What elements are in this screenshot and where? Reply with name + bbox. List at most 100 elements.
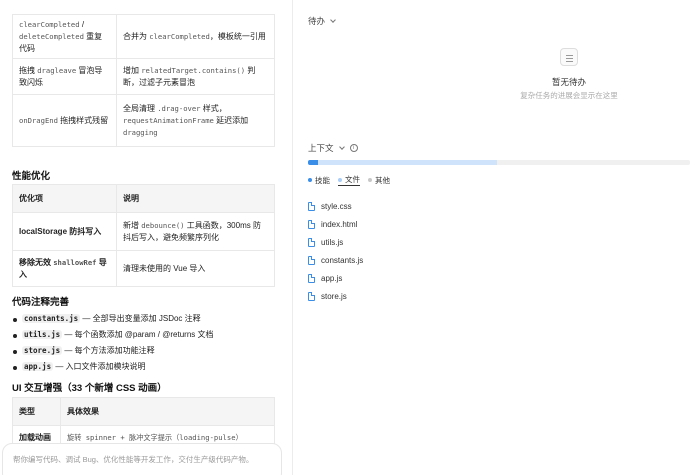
table-cell: 增加 relatedTarget.contains() 判断，过滤子元素冒泡 xyxy=(116,58,275,95)
file-icon xyxy=(308,273,315,283)
table-cell: localStorage 防抖写入 xyxy=(12,212,117,251)
table-cell: 拖拽 dragleave 冒泡导致闪烁 xyxy=(12,58,117,95)
file-chip: constants.js xyxy=(22,314,81,323)
perf-table: 优化项 说明 localStorage 防抖写入 新增 debounce() 工… xyxy=(12,184,275,287)
table-row: localStorage 防抖写入 新增 debounce() 工具函数，300… xyxy=(12,212,275,251)
section-heading: 性能优化 xyxy=(12,171,51,182)
file-item[interactable]: utils.js xyxy=(308,233,363,251)
comment-list: constants.js — 全部导出变量添加 JSDoc 注释 utils.j… xyxy=(12,311,214,375)
file-icon xyxy=(308,237,315,247)
list-item-text: — 每个函数添加 @param / @returns 文档 xyxy=(62,330,214,339)
list-item-text: — 全部导出变量添加 JSDoc 注释 xyxy=(80,314,201,323)
table-cell: 清理未使用的 Vue 导入 xyxy=(116,250,275,287)
code-text: onDragEnd xyxy=(19,115,58,125)
file-item[interactable]: constants.js xyxy=(308,251,363,269)
file-item[interactable]: index.html xyxy=(308,215,363,233)
chevron-down-icon xyxy=(338,144,345,150)
todo-title: 待办 xyxy=(308,16,326,26)
code-text: debounce() xyxy=(141,220,185,230)
cell-text: 新增 xyxy=(123,220,142,230)
table-row: onDragEnd 拖拽样式残留 全局清理 .drag-over 样式， requ… xyxy=(12,94,275,147)
code-text: dragleave xyxy=(37,65,77,75)
file-item[interactable]: store.js xyxy=(308,287,363,305)
context-legend: 技能 文件 其他 xyxy=(308,174,390,186)
cell-text: 全局清理 xyxy=(123,103,158,113)
file-name: style.css xyxy=(321,201,352,211)
file-list: style.css index.html utils.js constants.… xyxy=(308,197,363,305)
cell-text: ，模板统一引用 xyxy=(209,31,266,41)
file-item[interactable]: style.css xyxy=(308,197,363,215)
table-header: 优化项 xyxy=(12,184,117,213)
code-text: relatedTarget.contains() xyxy=(141,65,246,75)
table-cell: clearCompleted / deleteCompleted 重复代码 xyxy=(12,14,117,59)
cell-text: 增加 xyxy=(123,65,142,75)
section-heading: UI 交互增强（33 个新增 CSS 动画） xyxy=(12,383,167,394)
legend-label: 技能 xyxy=(315,175,330,185)
cell-text: localStorage 防抖写入 xyxy=(19,226,102,236)
table-cell: 新增 debounce() 工具函数，300ms 防抖后写入，避免频繁序列化 xyxy=(116,212,275,251)
todo-section-toggle[interactable]: 待办 xyxy=(308,15,336,27)
file-name: store.js xyxy=(321,291,347,301)
chevron-down-icon xyxy=(330,17,336,23)
list-item-text: — 入口文件添加模块说明 xyxy=(53,362,146,371)
empty-state-title: 暂无待办 xyxy=(551,77,586,87)
cell-text: 拖拽 xyxy=(19,65,38,75)
file-chip: store.js xyxy=(22,346,63,355)
table-row: clearCompleted / deleteCompleted 重复代码 合并… xyxy=(12,14,275,59)
context-title: 上下文 xyxy=(308,143,334,153)
table-header: 具体效果 xyxy=(60,397,275,426)
legend-label: 其他 xyxy=(375,175,390,185)
context-segment-文件 xyxy=(317,160,498,165)
table-row: 移除无效 shallowRef 导入 清理未使用的 Vue 导入 xyxy=(12,250,275,287)
file-icon xyxy=(308,291,315,301)
legend-item-files[interactable]: 文件 xyxy=(338,174,360,186)
code-text: .drag-over xyxy=(157,103,201,113)
file-icon xyxy=(308,219,315,229)
code-text: shallowRef xyxy=(53,257,97,267)
file-icon xyxy=(308,201,315,211)
cell-text: 合并为 xyxy=(123,31,150,41)
legend-item-other[interactable]: 其他 xyxy=(368,174,390,186)
chat-pane: clearCompleted / deleteCompleted 重复代码 合并… xyxy=(0,0,288,475)
code-text: dragging xyxy=(123,127,158,137)
info-icon[interactable]: i xyxy=(349,144,358,152)
file-chip: utils.js xyxy=(22,330,63,339)
cell-text: 移除无效 xyxy=(19,257,54,267)
message-input[interactable]: 帮你编写代码、调试 Bug、优化性能等开发工作，交付生产级代码产物。 xyxy=(2,443,282,475)
checklist-icon xyxy=(560,48,578,66)
code-text: deleteCompleted xyxy=(19,31,84,41)
list-item-text: — 每个方法添加功能注释 xyxy=(62,346,155,355)
context-section-toggle[interactable]: 上下文 i xyxy=(308,142,358,154)
code-text: clearCompleted xyxy=(149,31,210,41)
empty-state-subtitle: 复杂任务的进展会显示在这里 xyxy=(520,91,618,100)
table-header-row: 优化项 说明 xyxy=(12,184,275,213)
file-item[interactable]: app.js xyxy=(308,269,363,287)
file-chip: app.js xyxy=(22,362,54,371)
section-heading: 代码注释完善 xyxy=(12,297,70,308)
list-item: utils.js — 每个函数添加 @param / @returns 文档 xyxy=(12,327,214,343)
context-segment-技能 xyxy=(308,160,318,165)
table-cell: onDragEnd 拖拽样式残留 xyxy=(12,94,117,147)
cell-text: 清理未使用的 Vue 导入 xyxy=(123,263,206,273)
legend-label: 文件 xyxy=(345,175,360,184)
table-cell: 合并为 clearCompleted，模板统一引用 xyxy=(116,14,275,59)
fix-table: clearCompleted / deleteCompleted 重复代码 合并… xyxy=(12,14,275,147)
table-header: 说明 xyxy=(116,184,275,213)
file-name: constants.js xyxy=(321,255,364,265)
code-text: clearCompleted xyxy=(19,19,80,29)
list-item: constants.js — 全部导出变量添加 JSDoc 注释 xyxy=(12,311,214,327)
code-text: requestAnimationFrame xyxy=(123,115,214,125)
file-name: index.html xyxy=(321,219,358,229)
context-usage-bar xyxy=(308,160,690,165)
file-name: utils.js xyxy=(321,237,344,247)
table-header: 类型 xyxy=(12,397,61,426)
table-header-row: 类型 具体效果 xyxy=(12,397,275,426)
table-cell: 移除无效 shallowRef 导入 xyxy=(12,250,117,287)
table-row: 拖拽 dragleave 冒泡导致闪烁 增加 relatedTarget.con… xyxy=(12,58,275,95)
side-panel: 待办 暂无待办 复杂任务的进展会显示在这里 上下文 i 技能 文件 其他 sty… xyxy=(293,0,690,475)
message-input-placeholder: 帮你编写代码、调试 Bug、优化性能等开发工作，交付生产级代码产物。 xyxy=(13,455,254,464)
table-cell: 全局清理 .drag-over 样式， requestAnimationFrame… xyxy=(116,94,275,147)
legend-item-skills[interactable]: 技能 xyxy=(308,174,330,186)
cell-text: 延迟添加 xyxy=(213,115,249,125)
cell-text: / xyxy=(79,19,85,29)
